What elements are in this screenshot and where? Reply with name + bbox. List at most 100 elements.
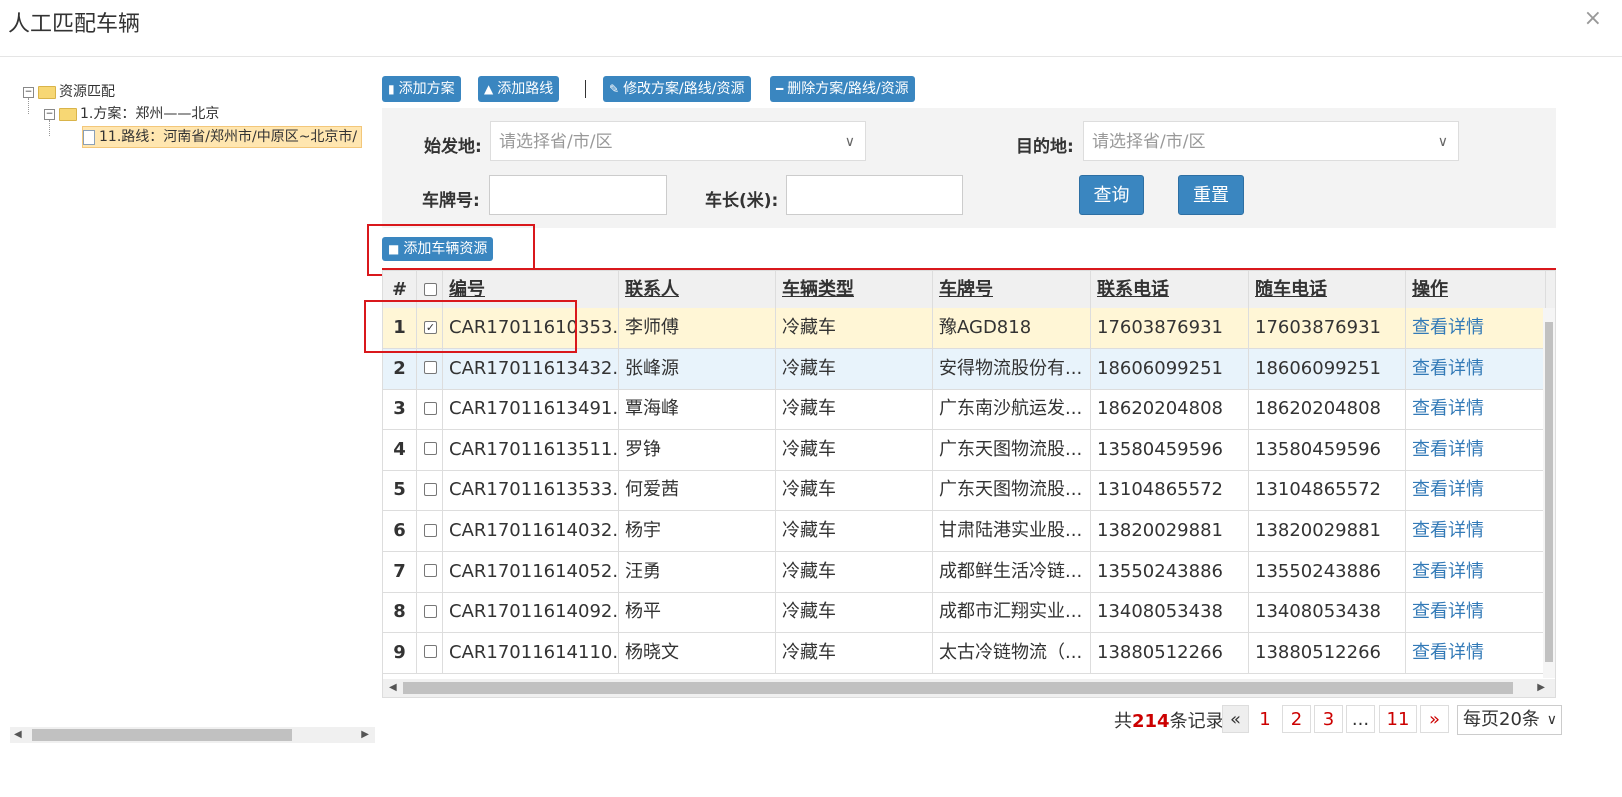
contact-name: 覃海峰 bbox=[619, 389, 776, 430]
table-row[interactable]: 2 CAR17011613432... 张峰源 冷藏车 安得物流股份有... 186060… bbox=[383, 348, 1546, 390]
row-checkbox[interactable] bbox=[424, 604, 437, 618]
view-details-link[interactable]: 查看详情 bbox=[1406, 470, 1546, 511]
page-11-button[interactable]: 11 bbox=[1379, 705, 1417, 733]
row-checkbox[interactable] bbox=[424, 564, 437, 578]
header-type[interactable]: 车辆类型 bbox=[776, 271, 933, 308]
per-page-select[interactable]: 每页20条 ∨ bbox=[1457, 705, 1562, 735]
row-checkbox-cell[interactable] bbox=[417, 348, 443, 389]
add-route-label: 添加路线 bbox=[497, 81, 554, 97]
row-checkbox-cell[interactable] bbox=[417, 592, 443, 633]
filter-panel: 始发地: 请选择省/市/区 ∨ 目的地: 请选择省/市/区 ∨ 车牌号: 车长(米)… bbox=[382, 108, 1556, 228]
table-row[interactable]: 9 CAR17011614110... 杨晓文 冷藏车 太古冷链物流（... 138805… bbox=[383, 632, 1546, 674]
edit-button[interactable]: ✎ 修改方案/路线/资源 bbox=[603, 76, 751, 102]
header-car-phone[interactable]: 随车电话 bbox=[1249, 271, 1406, 308]
view-details-link[interactable]: 查看详情 bbox=[1406, 551, 1546, 592]
highlight-box-row-1 bbox=[364, 300, 577, 353]
scroll-thumb[interactable] bbox=[403, 682, 1513, 694]
tree-horizontal-scrollbar[interactable]: ◀ ▶ bbox=[10, 727, 375, 743]
row-checkbox[interactable] bbox=[424, 645, 437, 659]
vehicle-type: 冷藏车 bbox=[776, 308, 933, 348]
row-checkbox-cell[interactable] bbox=[417, 551, 443, 592]
road-icon: ▲ bbox=[484, 82, 494, 96]
car-phone: 13550243886 bbox=[1249, 551, 1406, 592]
select-all-checkbox[interactable] bbox=[424, 282, 437, 296]
scroll-right-icon[interactable]: ▶ bbox=[361, 727, 369, 743]
table-row[interactable]: 7 CAR17011614052... 汪勇 冷藏车 成都鲜生活冷链... 1355024… bbox=[383, 551, 1546, 593]
header-plate[interactable]: 车牌号 bbox=[933, 271, 1091, 308]
plate-input[interactable] bbox=[489, 175, 667, 215]
header-contact[interactable]: 联系人 bbox=[619, 271, 776, 308]
tree-node-root[interactable]: − 资源匹配 bbox=[23, 82, 115, 102]
row-checkbox[interactable] bbox=[424, 361, 437, 375]
contact-phone: 13550243886 bbox=[1091, 551, 1249, 592]
length-input[interactable] bbox=[786, 175, 963, 215]
table-row[interactable]: 3 CAR17011613491... 覃海峰 冷藏车 广东南沙航运发... 186202… bbox=[383, 389, 1546, 431]
origin-label: 始发地: bbox=[424, 137, 482, 157]
car-phone: 13580459596 bbox=[1249, 429, 1406, 470]
add-plan-button[interactable]: ▮ 添加方案 bbox=[382, 76, 461, 102]
reset-button[interactable]: 重置 bbox=[1178, 175, 1244, 215]
edit-icon: ✎ bbox=[609, 82, 620, 96]
row-checkbox-cell[interactable] bbox=[417, 470, 443, 511]
table-vertical-scrollbar[interactable] bbox=[1543, 308, 1555, 678]
view-details-link[interactable]: 查看详情 bbox=[1406, 592, 1546, 633]
close-icon[interactable]: × bbox=[1584, 6, 1602, 31]
tree-node-plan[interactable]: − 1.方案：郑州——北京 bbox=[44, 104, 219, 124]
collapse-icon[interactable]: − bbox=[44, 108, 55, 120]
row-index: 5 bbox=[383, 470, 417, 511]
tree-node-route[interactable]: 11.路线：河南省/郑州市/中原区~北京市/ bbox=[82, 126, 363, 148]
origin-select[interactable]: 请选择省/市/区 ∨ bbox=[490, 121, 866, 161]
view-details-link[interactable]: 查看详情 bbox=[1406, 348, 1546, 389]
table-row[interactable]: 6 CAR17011614032... 杨宇 冷藏车 甘肃陆港实业股... 1382002… bbox=[383, 511, 1546, 552]
row-checkbox[interactable] bbox=[424, 482, 437, 496]
table-row[interactable]: 4 CAR17011613511... 罗铮 冷藏车 广东天图物流股... 1358045… bbox=[383, 429, 1546, 471]
scroll-right-icon[interactable]: ▶ bbox=[1537, 679, 1545, 697]
table-horizontal-scrollbar[interactable]: ◀ ▶ bbox=[383, 679, 1555, 697]
scroll-thumb[interactable] bbox=[32, 729, 292, 741]
header-phone[interactable]: 联系电话 bbox=[1091, 271, 1249, 308]
view-details-link[interactable]: 查看详情 bbox=[1406, 308, 1546, 348]
delete-button[interactable]: ━ 删除方案/路线/资源 bbox=[770, 76, 915, 102]
row-checkbox-cell[interactable] bbox=[417, 429, 443, 470]
query-button[interactable]: 查询 bbox=[1079, 175, 1144, 215]
plate-number: 成都鲜生活冷链... bbox=[933, 551, 1091, 592]
tree-label-route: 11.路线：河南省/郑州市/中原区~北京市/ bbox=[99, 129, 358, 145]
scroll-thumb[interactable] bbox=[1545, 322, 1553, 662]
view-details-link[interactable]: 查看详情 bbox=[1406, 511, 1546, 551]
destination-select[interactable]: 请选择省/市/区 ∨ bbox=[1083, 121, 1459, 161]
vehicle-type: 冷藏车 bbox=[776, 592, 933, 633]
contact-phone: 18620204808 bbox=[1091, 389, 1249, 430]
contact-name: 何爱茜 bbox=[619, 470, 776, 511]
total-suffix: 条记录 bbox=[1169, 711, 1224, 732]
vehicle-type: 冷藏车 bbox=[776, 389, 933, 430]
car-phone: 18620204808 bbox=[1249, 389, 1406, 430]
scroll-left-icon[interactable]: ◀ bbox=[14, 727, 22, 743]
prev-page-button[interactable]: « bbox=[1222, 705, 1249, 733]
page-1-button[interactable]: 1 bbox=[1251, 705, 1279, 733]
next-page-button[interactable]: » bbox=[1420, 705, 1449, 733]
row-checkbox[interactable] bbox=[424, 442, 437, 456]
scroll-left-icon[interactable]: ◀ bbox=[389, 679, 397, 697]
row-checkbox[interactable] bbox=[424, 401, 437, 415]
table-row[interactable]: 8 CAR17011614092... 杨平 冷藏车 成都市汇翔实业... 1340805… bbox=[383, 592, 1546, 634]
page-3-button[interactable]: 3 bbox=[1314, 705, 1343, 733]
plate-number: 成都市汇翔实业... bbox=[933, 592, 1091, 633]
car-phone: 13408053438 bbox=[1249, 592, 1406, 633]
collapse-icon[interactable]: − bbox=[23, 86, 34, 98]
page-2-button[interactable]: 2 bbox=[1282, 705, 1311, 733]
view-details-link[interactable]: 查看详情 bbox=[1406, 389, 1546, 430]
row-checkbox[interactable] bbox=[424, 523, 437, 537]
add-route-button[interactable]: ▲ 添加路线 bbox=[478, 76, 560, 102]
document-icon bbox=[83, 129, 95, 145]
row-checkbox-cell[interactable] bbox=[417, 389, 443, 430]
view-details-link[interactable]: 查看详情 bbox=[1406, 429, 1546, 470]
table-row[interactable]: 5 CAR17011613533... 何爱茜 冷藏车 广东天图物流股... 131048… bbox=[383, 470, 1546, 512]
view-details-link[interactable]: 查看详情 bbox=[1406, 632, 1546, 673]
plate-number: 甘肃陆港实业股... bbox=[933, 511, 1091, 551]
vehicle-id: CAR17011613533... bbox=[443, 470, 619, 511]
row-index: 6 bbox=[383, 511, 417, 551]
row-checkbox-cell[interactable] bbox=[417, 511, 443, 551]
row-checkbox-cell[interactable] bbox=[417, 632, 443, 673]
header-action: 操作 bbox=[1406, 271, 1546, 308]
vehicle-type: 冷藏车 bbox=[776, 632, 933, 673]
